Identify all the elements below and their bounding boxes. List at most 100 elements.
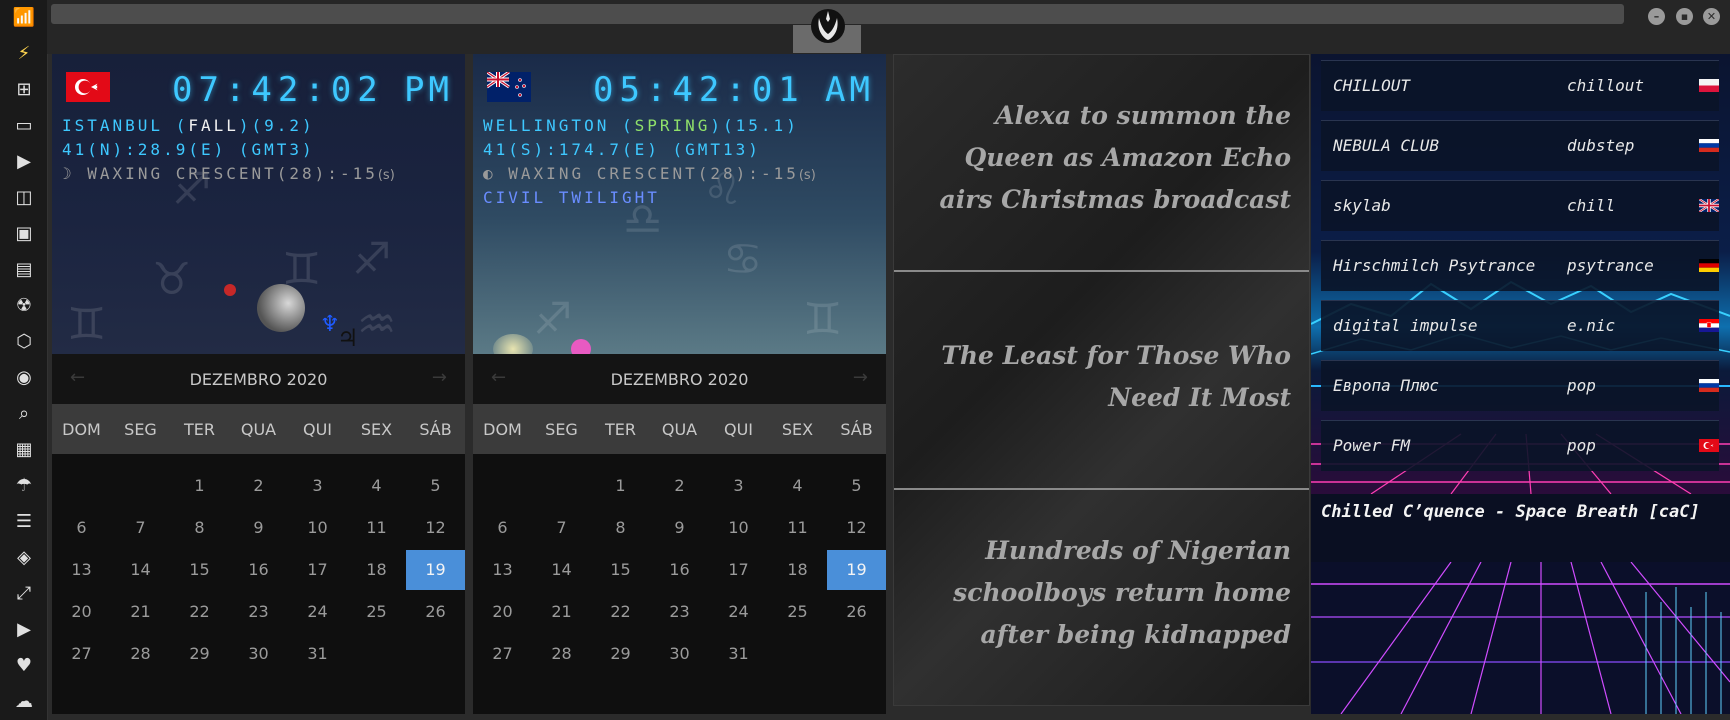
news-headline[interactable]: The Least for Those Who Need It Most <box>911 335 1291 419</box>
calendar-day[interactable]: 22 <box>170 592 229 632</box>
calendar-day[interactable]: 23 <box>650 592 709 632</box>
calendar-day[interactable]: 21 <box>111 592 170 632</box>
calendar-day[interactable]: 16 <box>229 550 288 590</box>
calendar-day[interactable]: 4 <box>347 466 406 506</box>
calendar-day[interactable]: 16 <box>650 550 709 590</box>
next-month-button[interactable]: → <box>853 367 868 388</box>
next-month-button[interactable]: → <box>432 367 447 388</box>
hexagon-icon[interactable]: ⬡ <box>12 331 36 353</box>
calendar-day[interactable]: 27 <box>473 634 532 674</box>
map-book-icon[interactable]: ◫ <box>12 187 36 209</box>
calendar-day[interactable]: 15 <box>591 550 650 590</box>
calendar-day[interactable]: 30 <box>650 634 709 674</box>
calendar-day-today[interactable]: 19 <box>827 550 886 590</box>
globe-icon[interactable]: ◉ <box>12 367 36 389</box>
calendar-day[interactable]: 8 <box>591 508 650 548</box>
calendar-day[interactable]: 5 <box>827 466 886 506</box>
calendar-day[interactable]: 3 <box>288 466 347 506</box>
calendar-day[interactable]: 21 <box>532 592 591 632</box>
calendar-day[interactable]: 26 <box>406 592 465 632</box>
calendar-day[interactable]: 18 <box>768 550 827 590</box>
cloud-icon[interactable]: ☁ <box>12 691 36 713</box>
calendar-day[interactable]: 7 <box>532 508 591 548</box>
youtube-icon[interactable]: ▶ <box>12 619 36 641</box>
contacts-icon[interactable]: ☰ <box>12 511 36 533</box>
calendar-day[interactable]: 13 <box>52 550 111 590</box>
news-headline[interactable]: Alexa to summon the Queen as Amazon Echo… <box>911 95 1292 221</box>
calendar-day[interactable]: 20 <box>52 592 111 632</box>
uk-flag-icon <box>1699 199 1719 212</box>
calendar-day[interactable]: 14 <box>532 550 591 590</box>
calendar-day[interactable]: 30 <box>229 634 288 674</box>
calendar-day[interactable]: 18 <box>347 550 406 590</box>
calendar-day[interactable]: 28 <box>532 634 591 674</box>
calendar-day[interactable]: 6 <box>52 508 111 548</box>
calendar-day[interactable]: 17 <box>709 550 768 590</box>
wifi-icon[interactable]: 📶 <box>12 7 36 29</box>
radio-station-row[interactable]: Европа Плюс pop <box>1321 360 1719 411</box>
radio-station-row[interactable]: NEBULA CLUB dubstep <box>1321 120 1719 171</box>
calendar-day[interactable]: 22 <box>591 592 650 632</box>
maximize-button[interactable]: ▪ <box>1676 8 1693 25</box>
news-headline[interactable]: Hundreds of Nigerian schoolboys return h… <box>911 530 1291 656</box>
calendar-day[interactable]: 31 <box>709 634 768 674</box>
calendar-day[interactable]: 10 <box>709 508 768 548</box>
windows-icon[interactable]: ⊞ <box>12 79 36 101</box>
calendar-day[interactable]: 7 <box>111 508 170 548</box>
news-icon[interactable]: ▤ <box>12 259 36 281</box>
calendar-day[interactable]: 29 <box>170 634 229 674</box>
map-icon[interactable]: ▦ <box>12 439 36 461</box>
calendar-day[interactable]: 27 <box>52 634 111 674</box>
weekday-label: DOM <box>483 420 522 439</box>
calendar-day[interactable]: 12 <box>406 508 465 548</box>
play-icon[interactable]: ▶ <box>12 151 36 173</box>
radio-station-row[interactable]: digital impulse e.nic <box>1321 300 1719 351</box>
radio-station-row[interactable]: Power FM pop <box>1321 420 1719 471</box>
radio-station-row[interactable]: skylab chill <box>1321 180 1719 231</box>
tag-icon[interactable]: ◈ <box>12 547 36 569</box>
radio-station-row[interactable]: CHILLOUT chillout <box>1321 60 1719 111</box>
archive-icon[interactable]: ▭ <box>12 115 36 137</box>
calendar-day[interactable]: 6 <box>473 508 532 548</box>
calendar-day[interactable]: 17 <box>288 550 347 590</box>
umbrella-icon[interactable]: ☂ <box>12 475 36 497</box>
calendar-day[interactable]: 13 <box>473 550 532 590</box>
radiation-icon[interactable]: ☢ <box>12 295 36 317</box>
calendar-day[interactable]: 25 <box>768 592 827 632</box>
calendar-day[interactable]: 11 <box>768 508 827 548</box>
calendar-day[interactable]: 12 <box>827 508 886 548</box>
calendar-day[interactable]: 10 <box>288 508 347 548</box>
calendar-day[interactable]: 2 <box>650 466 709 506</box>
calendar-day[interactable]: 9 <box>650 508 709 548</box>
calendar-day[interactable]: 5 <box>406 466 465 506</box>
calendar-day[interactable]: 28 <box>111 634 170 674</box>
calendar-day[interactable]: 9 <box>229 508 288 548</box>
image-icon[interactable]: ▣ <box>12 223 36 245</box>
new-zealand-flag-icon <box>487 72 531 102</box>
calendar-day[interactable]: 4 <box>768 466 827 506</box>
calendar-day[interactable]: 24 <box>288 592 347 632</box>
calendar-day[interactable]: 2 <box>229 466 288 506</box>
calendar-day[interactable]: 1 <box>591 466 650 506</box>
calendar-day[interactable]: 1 <box>170 466 229 506</box>
expand-icon[interactable]: ⤢ <box>12 583 36 605</box>
calendar-day[interactable]: 24 <box>709 592 768 632</box>
minimize-button[interactable]: – <box>1648 8 1665 25</box>
lightning-icon[interactable]: ⚡ <box>12 43 36 65</box>
calendar-day[interactable]: 26 <box>827 592 886 632</box>
close-button[interactable]: ✕ <box>1703 8 1720 25</box>
calendar-day[interactable]: 3 <box>709 466 768 506</box>
radio-station-row[interactable]: Hirschmilch Psytrance psytrance <box>1321 240 1719 291</box>
calendar-day[interactable]: 23 <box>229 592 288 632</box>
calendar-day[interactable]: 20 <box>473 592 532 632</box>
calendar-day[interactable]: 14 <box>111 550 170 590</box>
calendar-day[interactable]: 11 <box>347 508 406 548</box>
calendar-day[interactable]: 29 <box>591 634 650 674</box>
calendar-day[interactable]: 8 <box>170 508 229 548</box>
heart-icon[interactable]: ♥ <box>12 655 36 677</box>
calendar-day-today[interactable]: 19 <box>406 550 465 590</box>
calendar-day[interactable]: 31 <box>288 634 347 674</box>
calendar-day[interactable]: 15 <box>170 550 229 590</box>
calendar-day[interactable]: 25 <box>347 592 406 632</box>
search-icon[interactable]: ⌕ <box>12 403 36 425</box>
